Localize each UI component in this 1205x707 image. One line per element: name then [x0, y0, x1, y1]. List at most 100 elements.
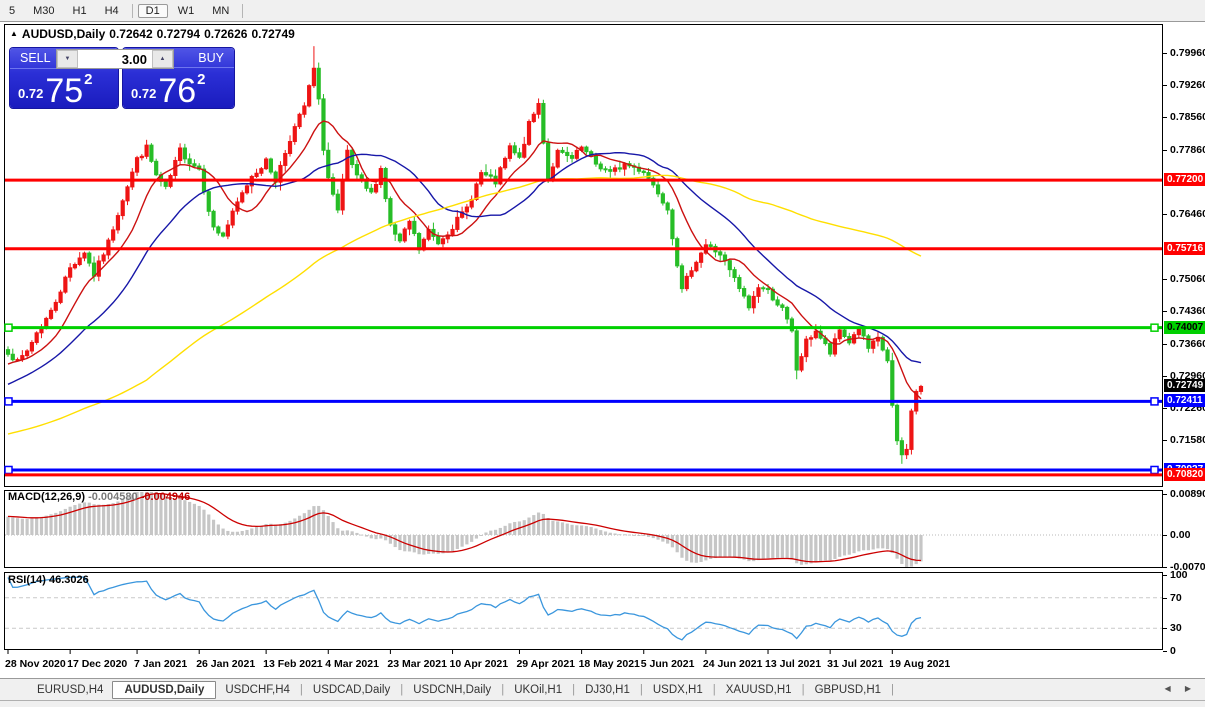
macd-bar: [446, 535, 449, 552]
toolbar-separator: [242, 4, 243, 18]
ohlc-close: 0.72749: [251, 27, 294, 41]
tab-separator: |: [400, 684, 403, 696]
timeframe-button-m30[interactable]: M30: [25, 4, 62, 18]
macd-bar: [723, 535, 726, 557]
candle-body: [623, 164, 626, 169]
macd-bar: [900, 535, 903, 564]
date-label: 31 Jul 2021: [827, 658, 883, 670]
date-label: 28 Nov 2020: [5, 658, 66, 670]
macd-bar: [236, 532, 239, 535]
chart-tab-gbpusd[interactable]: GBPUSD,H1: [806, 683, 890, 697]
macd-bar: [848, 535, 851, 555]
macd-axis-tick: 0.008904: [1170, 488, 1205, 500]
buy-price-sup: 2: [197, 71, 205, 88]
price-badge-0.74007: 0.74007: [1164, 321, 1205, 334]
candle-body: [260, 169, 263, 174]
timeframe-button-d1[interactable]: D1: [138, 4, 168, 18]
candle-body: [676, 239, 679, 266]
macd-bar: [513, 522, 516, 535]
macd-bar: [374, 535, 377, 539]
macd-bar: [394, 535, 397, 547]
candle-body: [738, 278, 741, 289]
chart-tab-audusd[interactable]: AUDUSD,Daily: [112, 681, 216, 699]
macd-bar: [30, 519, 33, 535]
buy-price-small: 0.72: [131, 86, 156, 101]
candle-body: [910, 411, 913, 449]
chart-tab-usdx[interactable]: USDX,H1: [644, 683, 712, 697]
macd-bar: [331, 522, 334, 535]
candle-body: [891, 361, 894, 406]
candle-body: [666, 203, 669, 210]
candle-body: [857, 329, 860, 334]
macd-bar: [566, 524, 569, 535]
timeframe-button-w1[interactable]: W1: [170, 4, 203, 18]
volume-spinner: ▼ ▲: [56, 49, 174, 69]
macd-bar: [843, 535, 846, 555]
candle-body: [905, 449, 908, 454]
date-label: 13 Feb 2021: [263, 658, 323, 670]
axis-tick-mark: [1163, 628, 1167, 629]
timeframe-button-5[interactable]: 5: [1, 4, 23, 18]
chart-tab-usdchf[interactable]: USDCHF,H4: [216, 683, 299, 697]
macd-axis-tick: 0.00: [1170, 529, 1190, 541]
candle-body: [518, 153, 521, 157]
volume-decrease-button[interactable]: ▼: [57, 50, 78, 68]
macd-bar: [752, 535, 755, 561]
toolbar-separator: [132, 4, 133, 18]
macd-bar: [183, 500, 186, 535]
collapse-panel-icon[interactable]: ▲: [10, 29, 18, 38]
macd-bar: [786, 535, 789, 558]
candle-body: [709, 245, 712, 247]
tab-separator: |: [640, 684, 643, 696]
chart-tab-ukoil[interactable]: UKOil,H1: [505, 683, 571, 697]
macd-bar: [613, 533, 616, 535]
macd-bar: [508, 523, 511, 535]
axis-tick-mark: [1163, 376, 1167, 377]
volume-input[interactable]: [78, 50, 152, 68]
chart-tab-usdcnh[interactable]: USDCNH,Daily: [404, 683, 500, 697]
candle-body: [355, 165, 358, 175]
macd-bar: [193, 504, 196, 535]
axis-tick-mark: [1163, 53, 1167, 54]
candle-body: [92, 263, 95, 276]
candle-body: [394, 225, 397, 234]
candle-body: [527, 122, 530, 145]
date-label: 13 Jul 2021: [765, 658, 821, 670]
candle-body: [226, 225, 229, 236]
macd-bar: [398, 535, 401, 550]
macd-bar: [690, 535, 693, 562]
macd-bar: [633, 535, 636, 536]
macd-bar: [824, 535, 827, 560]
candle-body: [762, 288, 765, 289]
chart-tab-dj30[interactable]: DJ30,H1: [576, 683, 639, 697]
volume-increase-button[interactable]: ▲: [152, 50, 173, 68]
candle-body: [312, 68, 315, 85]
candle-body: [570, 156, 573, 159]
candle-body: [752, 296, 755, 307]
sell-price-sup: 2: [84, 71, 92, 88]
candle-body: [231, 211, 234, 225]
macd-bar: [413, 535, 416, 552]
tab-scroll-arrows[interactable]: ◀ ▶: [1164, 684, 1197, 693]
candle-body: [26, 351, 29, 356]
chart-canvas[interactable]: [0, 22, 1205, 678]
price-tick: 0.73660: [1170, 338, 1205, 350]
macd-bar: [231, 532, 234, 535]
axis-tick-mark: [1163, 440, 1167, 441]
macd-bar: [441, 535, 444, 553]
price-axis[interactable]: 0.799600.792600.785600.778600.764600.750…: [1163, 22, 1205, 678]
macd-bar: [790, 535, 793, 560]
timeframe-button-mn[interactable]: MN: [204, 4, 237, 18]
tab-separator: |: [891, 684, 894, 696]
macd-bar: [695, 535, 698, 563]
macd-bar: [570, 525, 573, 535]
timeframe-button-h1[interactable]: H1: [65, 4, 95, 18]
chart-tab-eurusd[interactable]: EURUSD,H4: [28, 683, 112, 697]
macd-bar: [919, 535, 922, 561]
macd-bar: [628, 535, 631, 536]
macd-bar: [895, 535, 898, 559]
macd-bar: [527, 518, 530, 535]
chart-tab-xauusd[interactable]: XAUUSD,H1: [717, 683, 801, 697]
chart-tab-usdcad[interactable]: USDCAD,Daily: [304, 683, 399, 697]
timeframe-button-h4[interactable]: H4: [97, 4, 127, 18]
